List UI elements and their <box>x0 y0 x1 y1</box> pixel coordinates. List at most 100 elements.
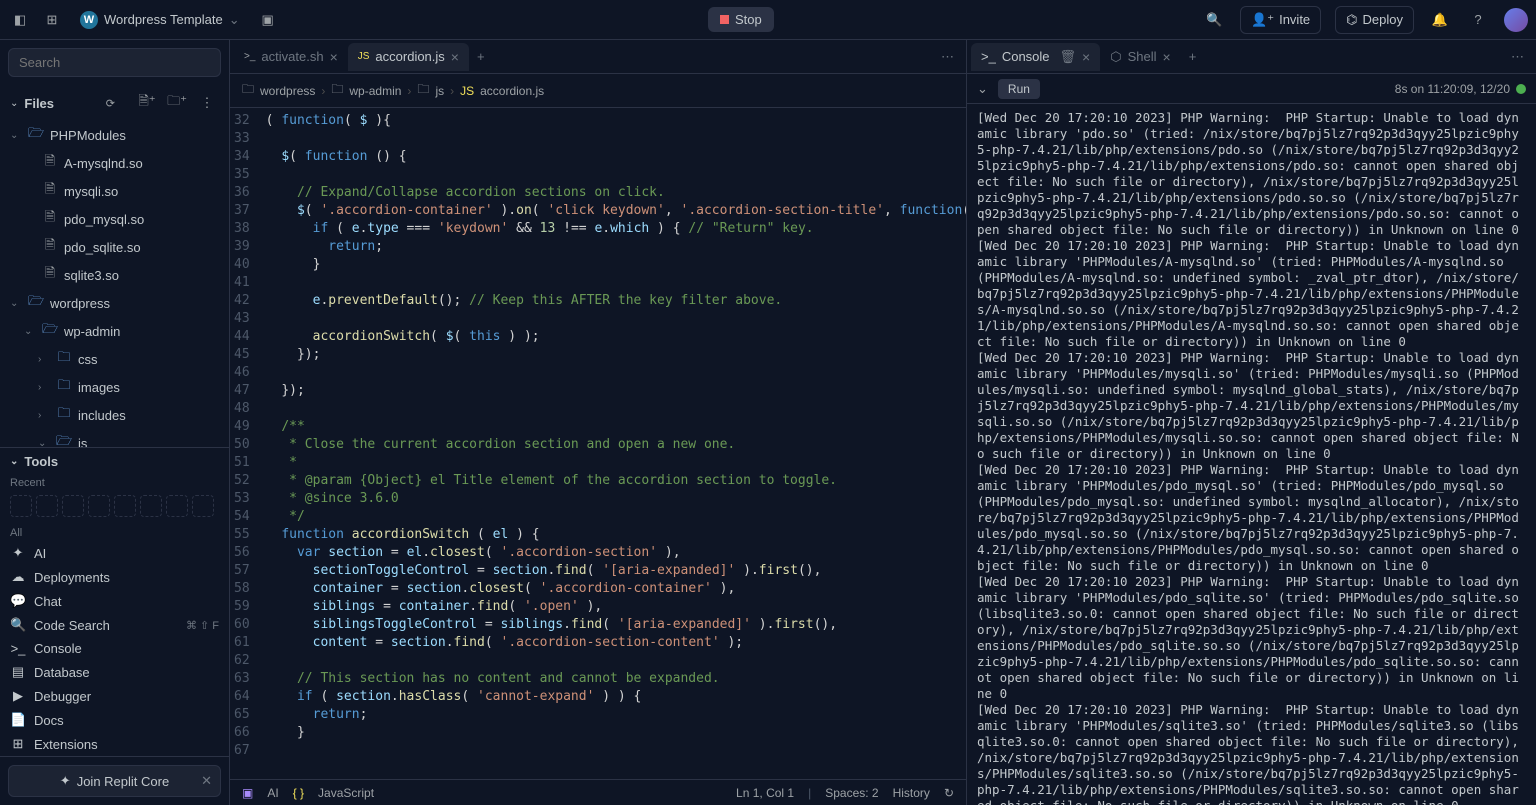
run-button[interactable]: Run <box>998 79 1040 99</box>
tool-label: Database <box>34 665 90 680</box>
console-output[interactable]: [Wed Dec 20 17:20:10 2023] PHP Warning: … <box>967 104 1536 805</box>
recent-slot[interactable] <box>166 495 188 517</box>
tab-label: Shell <box>1128 49 1157 64</box>
tree-item-mysqli-so[interactable]: 🗎 mysqli.so <box>0 177 229 205</box>
close-icon[interactable]: ✕ <box>201 773 212 789</box>
code-editor[interactable]: 3233343536373839404142434445464748495051… <box>230 108 966 779</box>
close-icon[interactable]: × <box>451 49 459 65</box>
new-file-icon[interactable]: 🗎⁺ <box>135 91 159 115</box>
spaces-status[interactable]: Spaces: 2 <box>825 786 878 800</box>
tool-item-debugger[interactable]: ▶Debugger <box>0 684 229 708</box>
collapse-icon[interactable]: ⟳ <box>106 97 115 110</box>
tree-item-A-mysqlnd-so[interactable]: 🗎A-mysqlnd.so <box>0 149 229 177</box>
tool-item-database[interactable]: ▤Database <box>0 660 229 684</box>
search-input[interactable] <box>8 48 221 77</box>
tree-item-label: pdo_sqlite.so <box>64 240 141 255</box>
tree-item-label: mysqli.so <box>64 184 118 199</box>
recent-slot[interactable] <box>10 495 32 517</box>
recent-label: Recent <box>0 475 229 491</box>
chevron-icon: › <box>38 382 50 393</box>
language-status[interactable]: JavaScript <box>318 786 374 800</box>
add-tab-button[interactable]: + <box>469 45 493 68</box>
files-header[interactable]: ⌄ Files ⟳ 🗎⁺ 🗀⁺ ⋮ <box>0 85 229 121</box>
chevron-icon: ⌄ <box>24 326 36 337</box>
close-icon[interactable]: × <box>330 49 338 65</box>
preview-icon[interactable]: ▣ <box>256 8 280 32</box>
recent-slot[interactable] <box>62 495 84 517</box>
close-icon[interactable]: × <box>1163 49 1171 65</box>
chevron-down-icon[interactable]: ⌄ <box>977 81 988 97</box>
recent-slot[interactable] <box>114 495 136 517</box>
join-replit-core-button[interactable]: ✦ Join Replit Core ✕ <box>8 765 221 797</box>
cursor-position[interactable]: Ln 1, Col 1 <box>736 786 794 800</box>
help-icon[interactable]: ? <box>1466 8 1490 32</box>
recent-slots <box>0 491 229 521</box>
breadcrumb-item[interactable]: wordpress <box>260 84 315 98</box>
tree-item-label: css <box>78 352 98 367</box>
tool-item-code-search[interactable]: 🔍Code Search⌘ ⇧ F <box>0 613 229 637</box>
tool-label: Docs <box>34 713 64 728</box>
project-title-dropdown[interactable]: W Wordpress Template ⌄ <box>72 7 248 33</box>
tool-icon: ✦ <box>10 545 26 561</box>
history-status[interactable]: History <box>893 786 930 800</box>
file-icon: 🗎 <box>42 208 58 230</box>
bell-icon[interactable]: 🔔 <box>1428 8 1452 32</box>
ai-status-icon[interactable]: ▣ <box>242 786 253 800</box>
tree-item-js[interactable]: ⌄🗁js <box>0 429 229 447</box>
tab-activate-sh[interactable]: >_activate.sh× <box>234 43 348 71</box>
tool-item-docs[interactable]: 📄Docs <box>0 708 229 732</box>
avatar[interactable] <box>1504 8 1528 32</box>
rocket-icon: ⌬ <box>1346 12 1357 28</box>
tree-item-PHPModules[interactable]: ⌄🗁PHPModules <box>0 121 229 149</box>
deploy-button[interactable]: ⌬ Deploy <box>1335 6 1414 34</box>
console-tabs: >_Console🗑×⬡Shell× + ⋯ <box>967 40 1536 74</box>
breadcrumb-item[interactable]: wp-admin <box>349 84 401 98</box>
tree-item-wp-admin[interactable]: ⌄🗁wp-admin <box>0 317 229 345</box>
tab-console[interactable]: >_Console🗑× <box>971 43 1100 71</box>
file-icon: 🗎 <box>42 236 58 258</box>
tab-more-icon[interactable]: ⋯ <box>1503 45 1532 69</box>
tree-item-pdo_sqlite-so[interactable]: 🗎 pdo_sqlite.so <box>0 233 229 261</box>
tree-item-includes[interactable]: ›🗀includes <box>0 401 229 429</box>
tool-item-console[interactable]: >_Console <box>0 637 229 660</box>
tab-accordion-js[interactable]: JSaccordion.js× <box>348 43 469 71</box>
tool-item-deployments[interactable]: ☁Deployments <box>0 565 229 589</box>
folder-icon: 🗀 <box>242 80 254 101</box>
grid-icon[interactable]: ⊞ <box>40 8 64 32</box>
stop-button[interactable]: Stop <box>708 7 774 32</box>
close-icon[interactable]: × <box>1082 49 1090 65</box>
tool-item-ai[interactable]: ✦AI <box>0 541 229 565</box>
tree-item-images[interactable]: ›🗀images <box>0 373 229 401</box>
recent-slot[interactable] <box>36 495 58 517</box>
status-bar: ▣ AI { } JavaScript Ln 1, Col 1 | Spaces… <box>230 779 966 805</box>
tool-icon: ☁ <box>10 569 26 585</box>
recent-slot[interactable] <box>192 495 214 517</box>
invite-button[interactable]: 👤⁺ Invite <box>1240 6 1321 34</box>
sidebar-toggle-icon[interactable]: ◧ <box>8 8 32 32</box>
breadcrumb-item[interactable]: accordion.js <box>480 84 544 98</box>
tree-item-wordpress[interactable]: ⌄🗁wordpress <box>0 289 229 317</box>
tree-item-sqlite3-so[interactable]: 🗎sqlite3.so <box>0 261 229 289</box>
tab-icon: ⬡ <box>1110 49 1121 65</box>
history-icon[interactable]: ↻ <box>944 786 954 800</box>
add-tab-button[interactable]: + <box>1181 45 1205 68</box>
ai-status[interactable]: AI <box>267 786 278 800</box>
tool-item-extensions[interactable]: ⊞Extensions <box>0 732 229 756</box>
all-label: All <box>0 521 229 541</box>
tab-more-icon[interactable]: ⋯ <box>933 45 962 69</box>
file-icon: 🗎 <box>42 180 58 202</box>
tree-item-pdo_mysql-so[interactable]: 🗎pdo_mysql.so <box>0 205 229 233</box>
tree-item-css[interactable]: ›🗀css <box>0 345 229 373</box>
tab-shell[interactable]: ⬡ Shell × <box>1100 43 1180 71</box>
file-icon: 🗀 <box>56 404 72 426</box>
breadcrumb-item[interactable]: js <box>435 84 444 98</box>
tree-item-label: includes <box>78 408 126 423</box>
new-folder-icon[interactable]: 🗀⁺ <box>165 91 189 115</box>
search-icon[interactable]: 🔍 <box>1202 8 1226 32</box>
more-icon[interactable]: ⋮ <box>195 91 219 115</box>
trash-icon[interactable]: 🗑 <box>1060 49 1077 65</box>
tool-item-chat[interactable]: 💬Chat <box>0 589 229 613</box>
tools-header[interactable]: ⌄ Tools <box>0 448 229 475</box>
recent-slot[interactable] <box>88 495 110 517</box>
recent-slot[interactable] <box>140 495 162 517</box>
